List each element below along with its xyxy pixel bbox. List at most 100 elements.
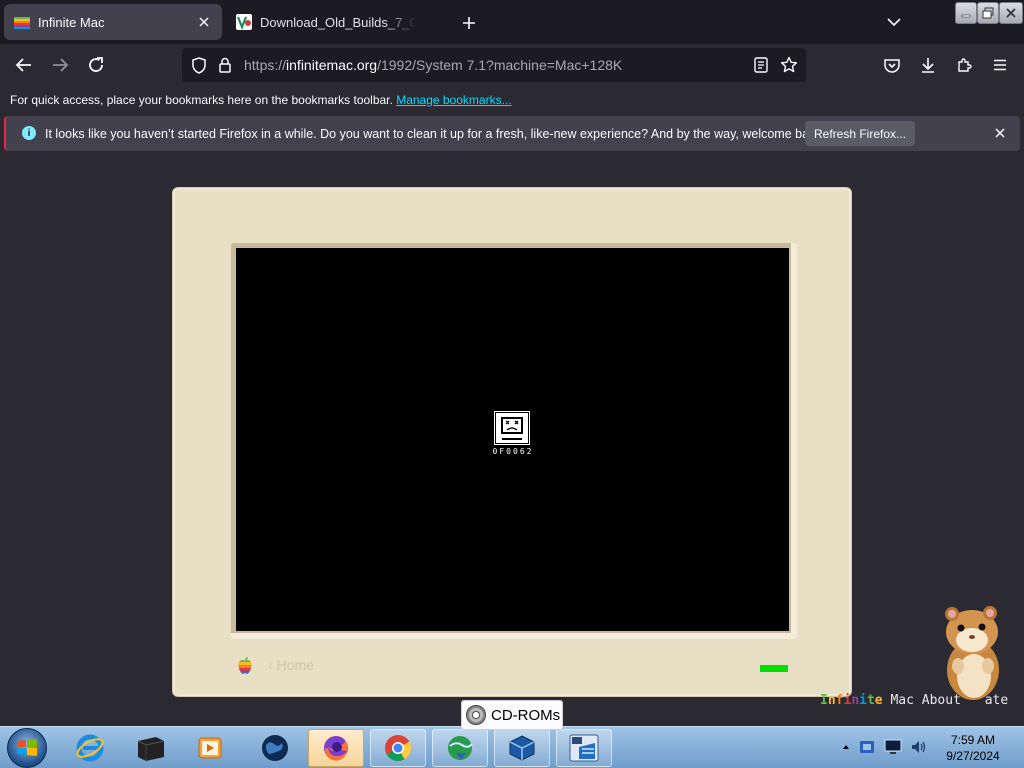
tab-title: Infinite Mac — [38, 14, 105, 30]
page-content: 0F0062 ‹ Home Infinite Mac About ate — [0, 152, 1024, 726]
windows-logo-icon — [17, 739, 37, 756]
minimize-icon — [961, 14, 971, 18]
reload-icon — [89, 57, 103, 72]
close-notification-icon[interactable] — [992, 125, 1008, 141]
windows-taskbar: 7:59 AM 9/27/2024 — [0, 726, 1024, 768]
infinite-mac-brand[interactable]: Infinite — [820, 693, 883, 708]
menu-button[interactable] — [987, 53, 1013, 77]
back-button[interactable] — [11, 53, 37, 77]
terminal-box-taskbar-button[interactable] — [122, 729, 178, 767]
internet-explorer-icon — [76, 734, 104, 762]
firefox-taskbar-button[interactable] — [308, 729, 364, 767]
hamburger-menu-icon — [994, 59, 1006, 71]
tab-download-old-builds[interactable]: Download_Old_Builds_7_0 – Ora — [226, 4, 426, 40]
system-clock[interactable]: 7:59 AM 9/27/2024 — [936, 732, 1010, 764]
virtualbox-icon — [509, 735, 535, 761]
notification-message: It looks like you haven’t started Firefo… — [45, 127, 826, 141]
cd-roms-label: CD-ROMs — [491, 706, 561, 724]
refresh-firefox-button[interactable]: Refresh Firefox... — [805, 121, 915, 146]
list-all-tabs-button[interactable] — [884, 12, 904, 32]
navigation-toolbar: https://infinitemac.org/1992/System 7.1?… — [0, 44, 1024, 86]
manage-bookmarks-link[interactable]: Manage bookmarks... — [396, 93, 511, 107]
back-arrow-icon — [15, 58, 31, 72]
cd-disc-icon — [466, 705, 486, 725]
brand-letter: e — [874, 693, 883, 708]
brand-letter: i — [859, 693, 867, 708]
close-icon — [1006, 8, 1016, 18]
bookmarks-toolbar: For quick access, place your bookmarks h… — [0, 86, 1024, 114]
media-player-taskbar-button[interactable] — [182, 729, 238, 767]
restore-icon — [982, 7, 994, 19]
reader-view-icon[interactable] — [754, 57, 768, 73]
address-bar[interactable]: https://infinitemac.org/1992/System 7.1?… — [182, 48, 806, 82]
brand-letter: n — [827, 693, 836, 708]
download-icon — [922, 58, 934, 73]
clock-time: 7:59 AM — [950, 733, 996, 747]
chrome-icon — [385, 735, 412, 762]
tab-bar: Infinite Mac Download_Old_Builds_7_0 – O… — [0, 0, 1024, 44]
system-tray — [842, 735, 928, 759]
url-scheme: https:// — [244, 57, 287, 73]
refresh-firefox-notification: i It looks like you haven’t started Fire… — [4, 116, 1020, 151]
emulator-screen[interactable]: 0F0062 — [236, 248, 789, 631]
lock-icon[interactable] — [218, 57, 232, 73]
ov-favicon-icon — [236, 14, 252, 30]
url-host: infinitemac.org — [286, 57, 378, 73]
bookmarks-hint-text: For quick access, place your bookmarks h… — [10, 93, 393, 107]
tab-title: Download_Old_Builds_7_0 – Ora — [260, 14, 416, 30]
sad-mac-icon — [494, 411, 530, 445]
restore-button[interactable] — [977, 2, 999, 24]
bookmark-star-icon[interactable] — [780, 56, 798, 74]
close-tab-icon[interactable] — [196, 14, 212, 30]
forward-arrow-icon — [53, 58, 69, 72]
close-window-button[interactable] — [999, 2, 1023, 24]
pocket-button[interactable] — [879, 53, 905, 77]
network-monitor-icon[interactable] — [884, 739, 902, 755]
brand-mac: Mac — [890, 693, 914, 708]
network-globe-icon — [448, 736, 473, 760]
show-hidden-icons-icon[interactable] — [842, 743, 850, 751]
url-text[interactable]: https://infinitemac.org/1992/System 7.1?… — [244, 57, 622, 73]
forward-button[interactable] — [47, 53, 73, 77]
power-led — [760, 665, 788, 672]
windows-10-app-icon — [569, 734, 599, 762]
chevron-down-icon — [887, 18, 901, 27]
black-box-icon — [137, 737, 165, 761]
hamster-sticker-icon — [938, 604, 1008, 702]
earth-globe-icon — [262, 735, 288, 761]
screen-frame: 0F0062 — [231, 243, 797, 639]
downloads-button[interactable] — [915, 53, 941, 77]
mac-monitor-bezel: 0F0062 ‹ Home — [172, 187, 852, 697]
url-path: /1992/System 7.1?machine=Mac+128K — [377, 57, 623, 73]
cd-roms-button[interactable]: CD-ROMs — [461, 700, 563, 730]
windows-10-app-taskbar-button[interactable] — [556, 729, 612, 767]
home-link[interactable]: ‹ Home — [268, 657, 314, 673]
media-player-icon — [198, 737, 222, 759]
minimize-button[interactable] — [955, 2, 977, 24]
volume-icon[interactable] — [910, 738, 928, 756]
rainbow-mac-favicon-icon — [14, 14, 30, 30]
reload-button[interactable] — [83, 53, 109, 77]
new-tab-button[interactable] — [458, 12, 480, 34]
brand-letter: t — [866, 693, 875, 708]
tab-infinite-mac[interactable]: Infinite Mac — [4, 4, 222, 40]
network-globe-taskbar-button[interactable] — [432, 729, 488, 767]
chrome-taskbar-button[interactable] — [370, 729, 426, 767]
brand-letter: n — [851, 693, 860, 708]
start-orb-button[interactable] — [7, 728, 47, 768]
tray-app-icon[interactable] — [858, 738, 876, 756]
virtualbox-taskbar-button[interactable] — [494, 729, 550, 767]
internet-explorer-taskbar-button[interactable] — [62, 729, 118, 767]
clock-date: 9/27/2024 — [946, 749, 1000, 763]
plus-icon — [463, 17, 475, 29]
firefox-icon — [324, 736, 348, 761]
brand-letter: I — [820, 693, 828, 708]
apple-logo-icon — [235, 656, 255, 676]
puzzle-piece-icon — [958, 58, 972, 72]
error-code: 0F0062 — [492, 447, 534, 456]
pocket-icon — [884, 58, 900, 73]
info-icon: i — [22, 126, 36, 140]
shield-icon[interactable] — [191, 57, 207, 74]
extensions-button[interactable] — [951, 53, 977, 77]
earth-app-taskbar-button[interactable] — [247, 729, 303, 767]
